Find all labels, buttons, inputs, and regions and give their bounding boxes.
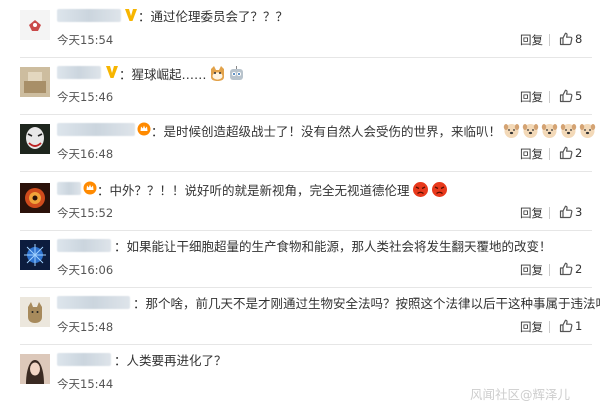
thumb-up-icon — [559, 318, 573, 337]
cat-face-emoji-icon — [209, 65, 226, 86]
username-redacted[interactable] — [57, 353, 111, 366]
username-redacted[interactable] — [57, 239, 111, 252]
action-divider — [549, 34, 550, 46]
avatar[interactable] — [20, 297, 50, 327]
comment-item: ：猩球崛起…… 今天15:46 回复 5 — [0, 58, 600, 115]
comment-time: 今天15:54 — [57, 33, 114, 47]
comment-time: 今天15:46 — [57, 90, 114, 104]
like-count: 5 — [575, 89, 583, 103]
avatar[interactable] — [20, 354, 50, 384]
username-redacted[interactable] — [57, 296, 130, 309]
comment-item: ：是时候创造超级战士了！没有自然人会受伤的世界，来临叭！ 今天16:48 回复 … — [0, 115, 600, 172]
comment-item: ：通过伦理委员会了？？？ 今天15:54 回复 8 — [0, 1, 600, 58]
comment-text: ：通过伦理委员会了？？？ — [138, 9, 289, 24]
avatar[interactable] — [20, 10, 50, 40]
comment-time: 今天15:44 — [57, 377, 114, 391]
reply-button[interactable]: 回复 — [520, 262, 543, 278]
comment-time: 今天16:48 — [57, 147, 114, 161]
like-button[interactable]: 5 — [559, 87, 591, 105]
comment-text: ：猩球崛起…… — [119, 65, 245, 86]
like-count: 8 — [575, 32, 583, 46]
comment-time: 今天16:06 — [57, 263, 114, 277]
reply-button[interactable]: 回复 — [520, 89, 543, 105]
reply-button[interactable]: 回复 — [520, 205, 543, 221]
dog-face-emoji-icon — [503, 122, 520, 143]
thumb-up-icon — [559, 204, 573, 223]
action-divider — [549, 91, 550, 103]
comment-text: ：人类要再进化了？ — [114, 353, 227, 368]
like-count: 1 — [575, 319, 583, 333]
comment-time: 今天15:52 — [57, 206, 114, 220]
comment-text: ：中外？？！！说好听的就是新视角，完全无视道德伦理 — [97, 181, 448, 202]
avatar[interactable] — [20, 183, 50, 213]
avatar[interactable] — [20, 124, 50, 154]
vip-v-icon — [105, 64, 119, 80]
reply-button[interactable]: 回复 — [520, 146, 543, 162]
vip-v-icon — [124, 7, 138, 23]
thumb-up-icon — [559, 261, 573, 280]
comment-separator — [20, 171, 592, 172]
thumb-up-icon — [559, 88, 573, 107]
like-button[interactable]: 3 — [559, 203, 591, 221]
like-button[interactable]: 2 — [559, 260, 591, 278]
comment-text: ：那个啥，前几天不是才刚通过生物安全法吗？按照这个法律以后干这种事属于违法吧？ — [133, 296, 600, 311]
comment-text: ：如果能让干细胞超量的生产食物和能源，那人类社会将发生翻天覆地的改变！ — [114, 239, 552, 254]
comment-item: ：如果能让干细胞超量的生产食物和能源，那人类社会将发生翻天覆地的改变！ 今天16… — [0, 231, 600, 288]
comment-item: ：中外？？！！说好听的就是新视角，完全无视道德伦理 今天15:52 回复 3 — [0, 174, 600, 231]
comment-text-content: ：猩球崛起…… — [119, 67, 207, 82]
action-divider — [549, 148, 550, 160]
watermark: 风闻社区@辉泽儿 — [470, 387, 571, 402]
thumb-up-icon — [559, 31, 573, 50]
robot-face-emoji-icon — [228, 65, 245, 86]
like-button[interactable]: 1 — [559, 317, 591, 335]
username-redacted[interactable] — [57, 66, 101, 79]
angry-face-emoji-icon — [412, 181, 429, 202]
username-redacted[interactable] — [57, 123, 135, 136]
action-divider — [549, 264, 550, 276]
username-redacted[interactable] — [57, 9, 121, 22]
action-divider — [549, 207, 550, 219]
username-redacted[interactable] — [57, 182, 81, 195]
like-count: 2 — [575, 146, 583, 160]
dog-face-emoji-icon — [560, 122, 577, 143]
reply-button[interactable]: 回复 — [520, 319, 543, 335]
angry-face-emoji-icon — [431, 181, 448, 202]
crown-badge-icon — [83, 180, 97, 196]
avatar[interactable] — [20, 240, 50, 270]
comment-list: ：通过伦理委员会了？？？ 今天15:54 回复 8 ：猩球崛起…… 今天15:4… — [0, 0, 600, 402]
dog-face-emoji-icon — [579, 122, 596, 143]
comment-time: 今天15:48 — [57, 320, 114, 334]
dog-face-emoji-icon — [522, 122, 539, 143]
comment-text-content: ：中外？？！！说好听的就是新视角，完全无视道德伦理 — [97, 183, 410, 198]
reply-button[interactable]: 回复 — [520, 32, 543, 48]
like-count: 3 — [575, 205, 583, 219]
like-count: 2 — [575, 262, 583, 276]
comment-text: ：是时候创造超级战士了！没有自然人会受伤的世界，来临叭！ — [151, 122, 596, 143]
comment-text-content: ：是时候创造超级战士了！没有自然人会受伤的世界，来临叭！ — [151, 124, 502, 139]
dog-face-emoji-icon — [541, 122, 558, 143]
thumb-up-icon — [559, 145, 573, 164]
like-button[interactable]: 8 — [559, 30, 591, 48]
avatar[interactable] — [20, 67, 50, 97]
like-button[interactable]: 2 — [559, 144, 591, 162]
comment-item: ：那个啥，前几天不是才刚通过生物安全法吗？按照这个法律以后干这种事属于违法吧？ … — [0, 288, 600, 345]
action-divider — [549, 321, 550, 333]
crown-badge-icon — [137, 121, 151, 137]
